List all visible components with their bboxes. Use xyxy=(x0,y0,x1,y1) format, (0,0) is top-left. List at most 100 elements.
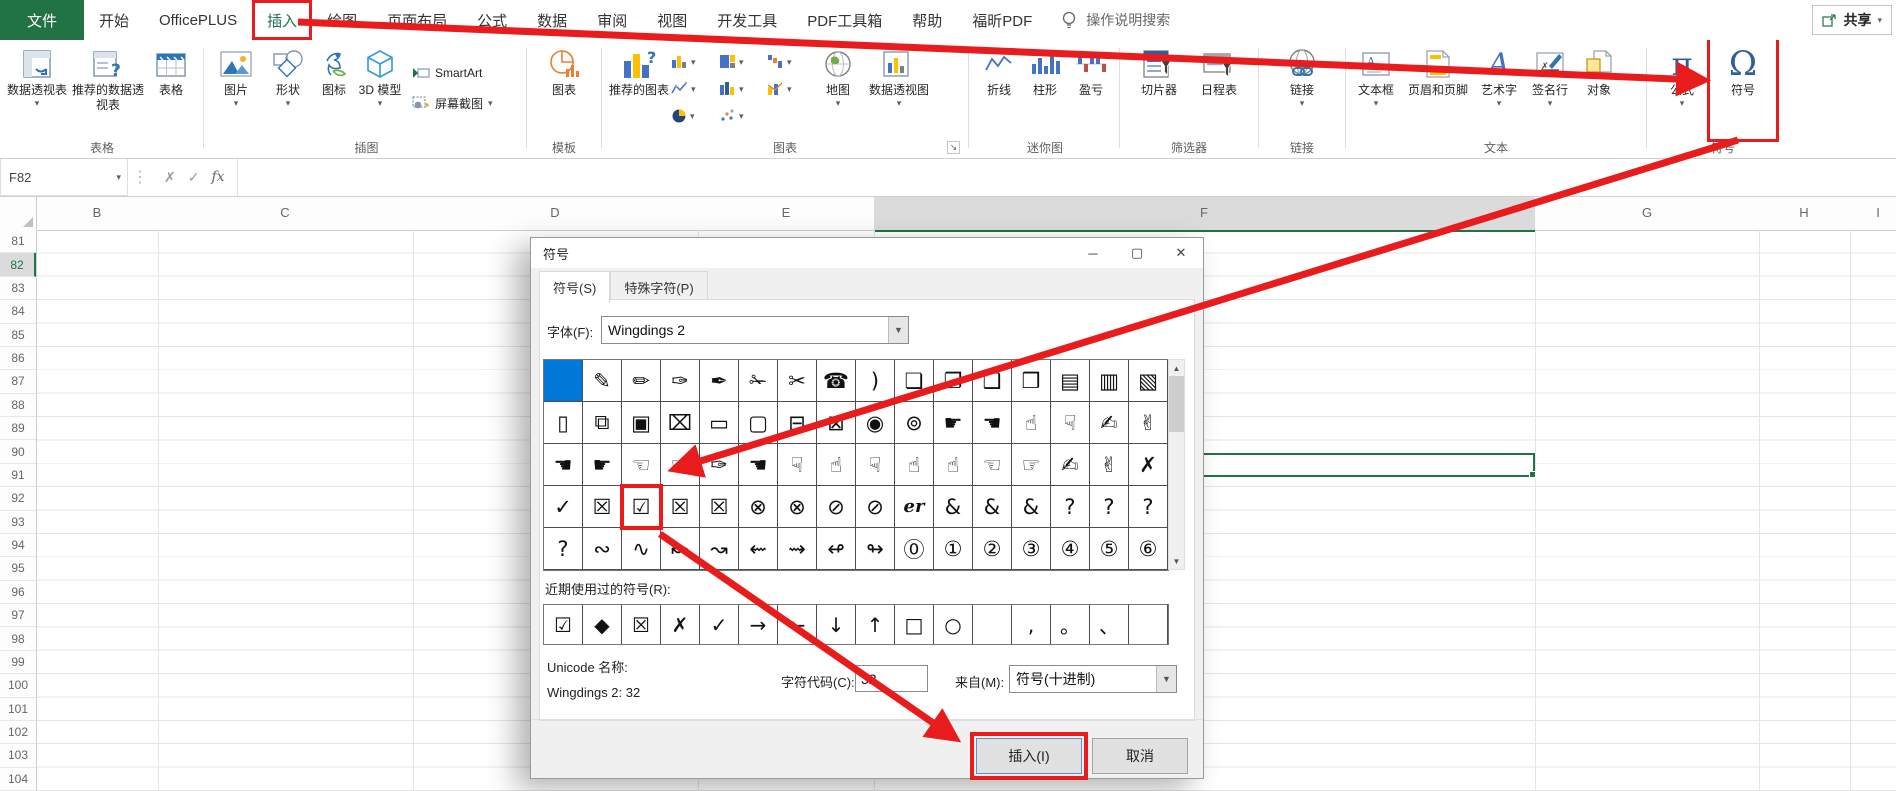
signature-line-button[interactable]: ✗ 签名行 ▾ xyxy=(1524,42,1576,137)
row-header[interactable]: 85 xyxy=(0,324,36,347)
font-select[interactable]: Wingdings 2 ▼ xyxy=(601,316,909,344)
sparkline-winloss-button[interactable]: 盈亏 xyxy=(1068,42,1114,137)
menu-tab[interactable]: 页面布局 xyxy=(372,0,462,40)
symbol-cell[interactable]: ▧ xyxy=(1129,360,1168,402)
equation-button[interactable]: π 公式 ▾ xyxy=(1652,42,1712,137)
menu-tab[interactable]: 开发工具 xyxy=(702,0,792,40)
column-header[interactable]: F xyxy=(1200,196,1208,230)
row-header[interactable]: 101 xyxy=(0,698,36,721)
row-header[interactable]: 86 xyxy=(0,347,36,371)
row-header[interactable]: 93 xyxy=(0,511,36,534)
formula-input[interactable] xyxy=(237,158,1896,196)
column-header[interactable]: I xyxy=(1876,196,1880,230)
symbol-cell[interactable]: ☟ xyxy=(1051,402,1090,444)
pie-chart-button[interactable]: ▾ xyxy=(671,102,719,129)
symbol-cell[interactable]: ☝ xyxy=(1012,402,1051,444)
combo-chart-button[interactable]: ▾ xyxy=(767,75,815,102)
symbol-cell[interactable]: ☚ xyxy=(973,402,1012,444)
row-header[interactable]: 103 xyxy=(0,744,36,768)
row-header[interactable]: 87 xyxy=(0,370,36,394)
symbol-cell[interactable]: ◉ xyxy=(856,402,895,444)
symbol-cell[interactable]: ↜ xyxy=(661,528,700,570)
row-header[interactable]: 81 xyxy=(0,230,36,254)
symbol-cell[interactable]: ☑ xyxy=(620,484,663,530)
symbol-cell[interactable]: ⑥ xyxy=(1129,528,1168,570)
symbol-cell[interactable]: ↬ xyxy=(856,528,895,570)
symbol-cell[interactable]: ✏ xyxy=(622,360,661,402)
symbol-button[interactable]: Ω 符号 xyxy=(1707,37,1779,142)
wordart-button[interactable]: A 艺术字 ▾ xyxy=(1474,42,1524,137)
symbol-cell[interactable]: ✒ xyxy=(700,360,739,402)
symbol-cell[interactable]: ☞ xyxy=(661,444,700,486)
row-header[interactable]: 97 xyxy=(0,604,36,628)
symbol-cell[interactable]: ? xyxy=(1090,486,1129,528)
row-header[interactable]: 102 xyxy=(0,721,36,745)
row-header[interactable]: 95 xyxy=(0,557,36,581)
recent-symbol-cell[interactable]: □ xyxy=(895,605,934,644)
recent-symbol-cell[interactable] xyxy=(973,605,1012,644)
column-header[interactable]: H xyxy=(1799,196,1808,230)
symbol-cell[interactable]: ❒ xyxy=(1012,360,1051,402)
share-button[interactable]: 共享 ▾ xyxy=(1812,5,1892,35)
cancel-entry-icon[interactable]: ✗ xyxy=(164,169,176,186)
row-header[interactable]: 104 xyxy=(0,768,36,791)
row-header[interactable]: 82 xyxy=(0,253,36,277)
symbol-cell[interactable]: ❏ xyxy=(895,360,934,402)
symbol-cell[interactable]: ⊗ xyxy=(778,486,817,528)
sparkline-column-button[interactable]: 柱形 xyxy=(1022,42,1068,137)
link-button[interactable]: 链接 ▾ xyxy=(1278,42,1326,137)
recent-symbol-cell[interactable]: ☑ xyxy=(544,605,583,644)
symbol-cell[interactable]: ☛ xyxy=(934,402,973,444)
symbol-cell[interactable]: ⊘ xyxy=(856,486,895,528)
symbol-cell[interactable]: ② xyxy=(973,528,1012,570)
from-select[interactable]: 符号(十进制) ▼ xyxy=(1009,665,1177,693)
menu-tab[interactable]: 数据 xyxy=(522,0,582,40)
sparkline-line-button[interactable]: 折线 xyxy=(976,42,1022,137)
symbol-cell[interactable]: ▥ xyxy=(1090,360,1129,402)
dialog-launcher-icon[interactable]: ↘ xyxy=(947,141,960,154)
symbol-cell[interactable]: ⊚ xyxy=(895,402,934,444)
symbol-cell[interactable]: ✍ xyxy=(1051,444,1090,486)
symbol-cell[interactable]: ) xyxy=(856,360,895,402)
symbol-cell[interactable]: ⊘ xyxy=(817,486,856,528)
symbol-cell[interactable]: ✎ xyxy=(583,360,622,402)
recent-symbol-cell[interactable]: → xyxy=(739,605,778,644)
row-header[interactable]: 98 xyxy=(0,627,36,651)
symbol-cell[interactable]: ☎ xyxy=(817,360,856,402)
row-header[interactable]: 92 xyxy=(0,487,36,511)
menu-tab[interactable]: 视图 xyxy=(642,0,702,40)
menu-tab[interactable]: 帮助 xyxy=(897,0,957,40)
recent-symbol-cell[interactable]: , xyxy=(1012,605,1051,644)
shapes-button[interactable]: 形状 ▾ xyxy=(262,42,314,137)
symbol-cell[interactable]: ∾ xyxy=(583,528,622,570)
timeline-button[interactable]: 日程表 xyxy=(1189,42,1249,137)
slicer-button[interactable]: 切片器 xyxy=(1129,42,1189,137)
symbol-cell[interactable]: & xyxy=(1012,486,1051,528)
menu-tab[interactable]: 公式 xyxy=(462,0,522,40)
symbol-cell[interactable]: ☚ xyxy=(739,444,778,486)
scroll-up-icon[interactable]: ▲ xyxy=(1169,360,1184,376)
symbol-cell[interactable]: ③ xyxy=(1012,528,1051,570)
symbol-cell[interactable]: ❐ xyxy=(934,360,973,402)
symbol-cell[interactable]: ☒ xyxy=(700,486,739,528)
symbol-cell[interactable]: ☜ xyxy=(622,444,661,486)
row-header[interactable]: 89 xyxy=(0,417,36,441)
row-header[interactable]: 91 xyxy=(0,464,36,488)
file-tab[interactable]: 文件 xyxy=(0,0,84,40)
symbol-cell[interactable]: ▯ xyxy=(544,402,583,444)
row-header[interactable]: 94 xyxy=(0,534,36,558)
symbol-cell[interactable]: ☒ xyxy=(583,486,622,528)
symbol-cell[interactable]: ⇜ xyxy=(739,528,778,570)
recent-symbol-cell[interactable]: ✓ xyxy=(700,605,739,644)
menu-tab[interactable]: OfficePLUS xyxy=(144,0,252,40)
symbol-cell[interactable]: ⑤ xyxy=(1090,528,1129,570)
row-header[interactable]: 100 xyxy=(0,674,36,698)
symbol-cell[interactable]: ☒ xyxy=(661,486,700,528)
symbol-cell[interactable]: ✓ xyxy=(544,486,583,528)
recent-symbol-cell[interactable]: ✗ xyxy=(661,605,700,644)
recent-symbol-cell[interactable]: ← xyxy=(778,605,817,644)
hierarchy-chart-button[interactable]: ▾ xyxy=(719,48,767,75)
symbol-cell[interactable]: ⓪ xyxy=(895,528,934,570)
menu-tab[interactable]: 绘图 xyxy=(312,0,372,40)
symbol-cell[interactable]: ▢ xyxy=(739,402,778,444)
